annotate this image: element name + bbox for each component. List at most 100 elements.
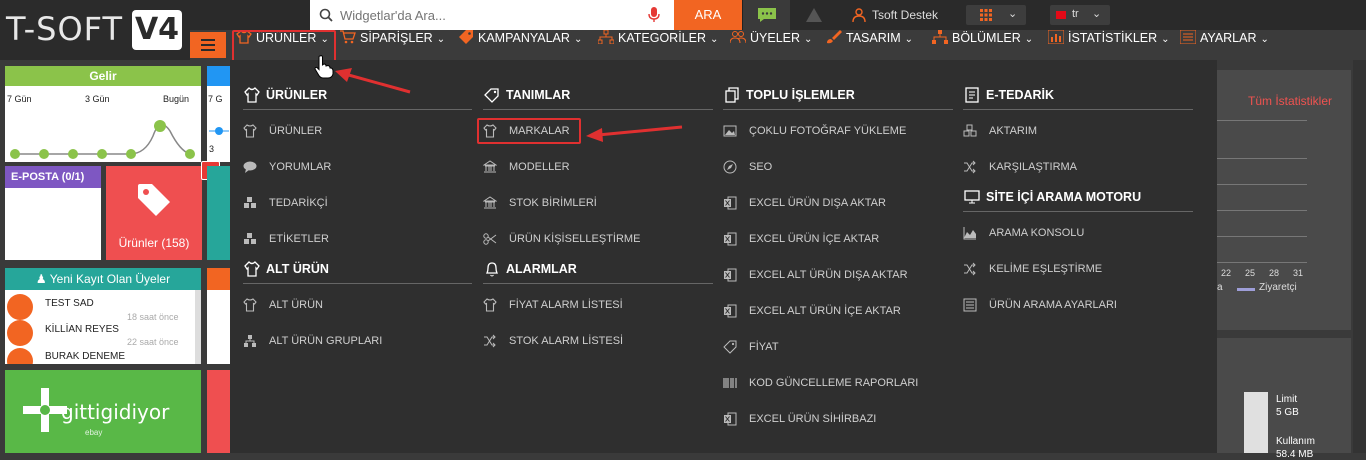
all-stats-link[interactable]: Tüm İstatistikler bbox=[1248, 94, 1332, 108]
menu-item-label: ÜRÜNLER bbox=[269, 125, 323, 137]
messages-button[interactable] bbox=[742, 0, 790, 30]
menu-item-alt-urun-gruplari[interactable]: ALT ÜRÜN GRUPLARI bbox=[243, 333, 382, 349]
menu-item-stok-birimleri[interactable]: STOK BİRİMLERİ bbox=[483, 195, 597, 211]
list-item[interactable]: TEST SAD 18 saat önce bbox=[5, 292, 195, 322]
menu-item-label: MODELLER bbox=[509, 161, 570, 173]
member-list: TEST SAD 18 saat önce KİLLİAN REYES 22 s… bbox=[5, 290, 201, 364]
divider bbox=[963, 211, 1193, 212]
gittigidiyor-text: gittigidiyor bbox=[61, 400, 170, 424]
nav-uyeler[interactable]: ÜYELER ⌄ bbox=[730, 30, 812, 60]
menu-item-aktarim[interactable]: AKTARIM bbox=[963, 123, 1037, 139]
nav-bolumler[interactable]: BÖLÜMLER ⌄ bbox=[932, 30, 1033, 60]
menu-item-stok-alarm[interactable]: STOK ALARM LİSTESİ bbox=[483, 333, 623, 349]
menu-item-label: STOK BİRİMLERİ bbox=[509, 197, 597, 209]
gelir-title: Gelir bbox=[5, 66, 201, 86]
nav-label: AYARLAR bbox=[1200, 31, 1257, 45]
search-icon bbox=[319, 8, 333, 22]
nav-kampanyalar[interactable]: KAMPANYALAR ⌄ bbox=[458, 30, 582, 60]
menu-item-label: ARAMA KONSOLU bbox=[989, 227, 1085, 239]
user-name: Tsoft Destek bbox=[872, 8, 939, 22]
user-menu[interactable]: Tsoft Destek bbox=[850, 0, 938, 30]
tag-icon bbox=[723, 340, 737, 354]
menu-item-label: ALT ÜRÜN bbox=[269, 299, 323, 311]
menu-item-kelime-eslestirme[interactable]: KELİME EŞLEŞTİRME bbox=[963, 261, 1102, 277]
legend-item: a bbox=[1217, 282, 1223, 293]
list-item[interactable]: KİLLİAN REYES 22 saat önce bbox=[5, 320, 195, 348]
search-input[interactable] bbox=[340, 6, 640, 24]
nav-tasarim[interactable]: TASARIM ⌄ bbox=[826, 30, 913, 60]
menu-item-excel-sihirbazi[interactable]: EXCEL ÜRÜN SİHİRBAZI bbox=[723, 411, 876, 427]
language-dropdown[interactable]: tr ⌄ bbox=[1050, 5, 1110, 25]
widget-red[interactable] bbox=[207, 370, 230, 453]
cubes-icon bbox=[963, 124, 977, 137]
microphone-icon[interactable] bbox=[648, 7, 660, 23]
menu-item-excel-alt-urun-disa[interactable]: EXCEL ALT ÜRÜN DIŞA AKTAR bbox=[723, 267, 908, 283]
nav-siparisler[interactable]: SİPARİŞLER ⌄ bbox=[340, 30, 445, 60]
section-tanimlar-header: TANIMLAR bbox=[484, 85, 570, 105]
widget-4[interactable] bbox=[207, 268, 230, 364]
menu-item-arama-konsolu[interactable]: ARAMA KONSOLU bbox=[963, 225, 1084, 241]
menu-item-coklu-fotograf[interactable]: ÇOKLU FOTOĞRAF YÜKLEME bbox=[723, 123, 906, 139]
nav-ayarlar[interactable]: AYARLAR ⌄ bbox=[1180, 30, 1269, 60]
search-button[interactable]: ARA bbox=[674, 0, 742, 30]
menu-item-excel-urun-disa[interactable]: EXCEL ÜRÜN DIŞA AKTAR bbox=[723, 195, 886, 211]
nav-label: KAMPANYALAR bbox=[478, 31, 570, 45]
excel-icon bbox=[724, 232, 737, 246]
menu-item-urun-arama-ayarlari[interactable]: ÜRÜN ARAMA AYARLARI bbox=[963, 297, 1117, 313]
divider bbox=[723, 109, 953, 110]
nav-label: TASARIM bbox=[846, 31, 901, 45]
menu-item-label: FİYAT ALARM LİSTESİ bbox=[509, 299, 623, 311]
tshirt-icon bbox=[483, 298, 497, 312]
urunler-widget[interactable]: Ürünler (158) bbox=[106, 166, 202, 260]
header-label: ÜRÜNLER bbox=[266, 88, 328, 102]
yeni-uyeler-widget[interactable]: ♟ Yeni Kayıt Olan Üyeler TEST SAD 18 saa… bbox=[5, 268, 201, 364]
eposta-title: E-POSTA (0/1) bbox=[5, 166, 101, 188]
member-name: TEST SAD bbox=[45, 298, 94, 309]
apps-dropdown[interactable]: ⌄ bbox=[966, 5, 1026, 25]
cart-icon bbox=[340, 30, 356, 44]
list-item[interactable]: BURAK DENEME bbox=[5, 348, 195, 364]
excel-icon bbox=[724, 412, 737, 426]
gelir-widget[interactable]: Gelir 7 Gün 3 Gün Bugün bbox=[5, 66, 201, 162]
nav-istatistikler[interactable]: İSTATİSTİKLER ⌄ bbox=[1048, 30, 1170, 60]
stats-widget: Tüm İstatistikler 22 25 28 31 a Ziyaretç… bbox=[1217, 70, 1351, 330]
menu-item-karsilastirma[interactable]: KARŞILAŞTIRMA bbox=[963, 159, 1077, 175]
eposta-widget[interactable]: E-POSTA (0/1) bbox=[5, 166, 101, 260]
menu-item-excel-urun-ice[interactable]: EXCEL ÜRÜN İÇE AKTAR bbox=[723, 231, 879, 247]
menu-item-label: TEDARİKÇİ bbox=[269, 197, 328, 209]
menu-item-kod-guncelleme[interactable]: KOD GÜNCELLEME RAPORLARI bbox=[723, 375, 918, 391]
menu-item-tedarikci[interactable]: TEDARİKÇİ bbox=[243, 195, 328, 211]
cut-icon bbox=[483, 233, 497, 245]
nav-kategoriler[interactable]: KATEGORİLER ⌄ bbox=[598, 30, 718, 60]
logo[interactable]: T-SOFT V4 bbox=[0, 0, 190, 60]
menu-item-urun-kisisellestirme[interactable]: ÜRÜN KİŞİSELLEŞTİRME bbox=[483, 231, 640, 247]
menu-item-fiyat[interactable]: FİYAT bbox=[723, 339, 779, 355]
alerts-button[interactable] bbox=[790, 0, 838, 30]
legend-item: Ziyaretçi bbox=[1259, 282, 1297, 293]
list-icon bbox=[963, 298, 977, 312]
menu-item-urunler[interactable]: ÜRÜNLER bbox=[243, 123, 322, 139]
widget-teal[interactable] bbox=[207, 166, 230, 260]
gittigidiyor-widget[interactable]: gittigidiyor ebay bbox=[5, 370, 201, 453]
divider bbox=[243, 109, 472, 110]
menu-item-modeller[interactable]: MODELLER bbox=[483, 159, 570, 175]
axis-tick: 22 bbox=[1221, 268, 1232, 278]
bank-icon bbox=[483, 196, 497, 209]
page-scrollbar[interactable] bbox=[1353, 60, 1366, 453]
section-arama-motoru-header: SİTE İÇİ ARAMA MOTORU bbox=[964, 187, 1141, 207]
menu-toggle-button[interactable] bbox=[190, 32, 226, 58]
menu-item-fiyat-alarm[interactable]: FİYAT ALARM LİSTESİ bbox=[483, 297, 623, 313]
menu-item-etiketler[interactable]: ETİKETLER bbox=[243, 231, 329, 247]
user-icon bbox=[852, 8, 866, 22]
menu-item-excel-alt-urun-ice[interactable]: EXCEL ALT ÜRÜN İÇE AKTAR bbox=[723, 303, 901, 319]
disk-usage-widget: Limit 5 GB Kullanım 58.4 MB bbox=[1217, 338, 1351, 460]
menu-item-alt-urun[interactable]: ALT ÜRÜN bbox=[243, 297, 323, 313]
scrollbar[interactable] bbox=[195, 290, 201, 364]
widget-2[interactable]: 7 G 3 bbox=[207, 66, 230, 162]
menu-item-yorumlar[interactable]: YORUMLAR bbox=[243, 159, 331, 175]
logo-version: V4 bbox=[132, 10, 182, 50]
gelir-label-today: Bugün bbox=[163, 94, 190, 104]
gelir-label-7: 7 Gün bbox=[7, 94, 32, 104]
random-icon bbox=[484, 334, 496, 348]
menu-item-seo[interactable]: SEO bbox=[723, 159, 772, 175]
